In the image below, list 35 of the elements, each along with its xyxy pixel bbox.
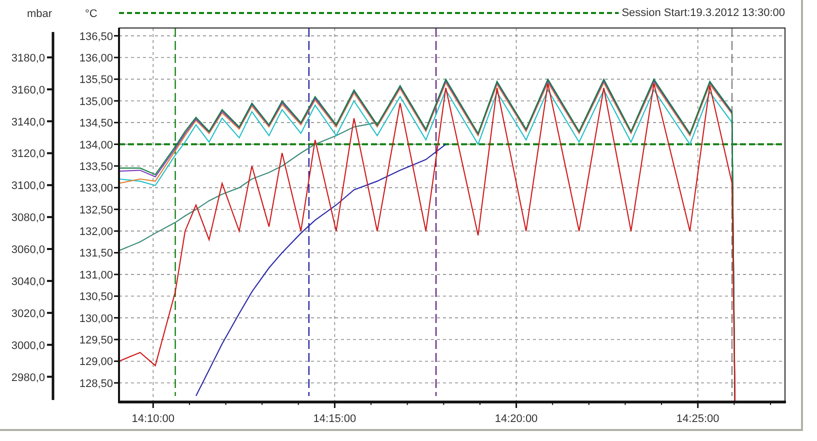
axis-tick-label: 3120,0 [11,148,45,160]
axis-tick-label: 134,00 [79,139,113,152]
axis-tick-label: 133,50 [79,160,113,173]
axis-tick-label: 132,00 [79,226,113,238]
axis-tick-label: 136,50 [79,30,113,43]
axis-tick-label: 132,50 [79,204,113,216]
axis-unit-label: mbar [26,8,52,20]
axis-tick-label: 135,50 [79,74,113,86]
axis-tick-label: 131,00 [79,269,113,282]
axis-tick-label: 133,00 [79,182,113,195]
axis-tick-label: 136,00 [79,52,113,64]
axis-tick-label: 131,50 [79,248,113,260]
axis-tick-label: 14:20:00 [494,413,538,425]
axis-tick-label: 128,50 [79,378,113,390]
axis-tick-label: 3000,0 [11,340,45,352]
axis-tick-label: 14:25:00 [676,413,720,425]
axis-unit-label: °C [85,8,98,20]
axis-tick-label: 3180,0 [11,52,45,64]
axis-tick-label: 129,50 [79,334,113,347]
axis-tick-label: 2980,0 [11,372,45,384]
axis-tick-label: 3080,0 [11,212,45,224]
axis-tick-label: 3100,0 [11,180,45,192]
axis-tick-label: 3160,0 [11,84,45,96]
axis-tick-label: 14:10:00 [132,413,175,425]
axis-tick-label: 14:15:00 [313,413,356,425]
axis-tick-label: 130,00 [79,312,113,325]
session-start-label: Session Start:19.3.2012 13:30:00 [622,7,785,19]
axis-tick-label: 134,50 [79,118,113,130]
axis-tick-label: 3060,0 [11,244,45,256]
axis-tick-label: 135,00 [79,96,113,108]
axis-tick-label: 3140,0 [11,116,45,128]
axis-tick-label: 129,00 [79,356,113,368]
axis-tick-label: 3020,0 [11,308,45,320]
axis-tick-label: 3040,0 [11,276,45,288]
axis-tick-label: 130,50 [79,291,113,304]
